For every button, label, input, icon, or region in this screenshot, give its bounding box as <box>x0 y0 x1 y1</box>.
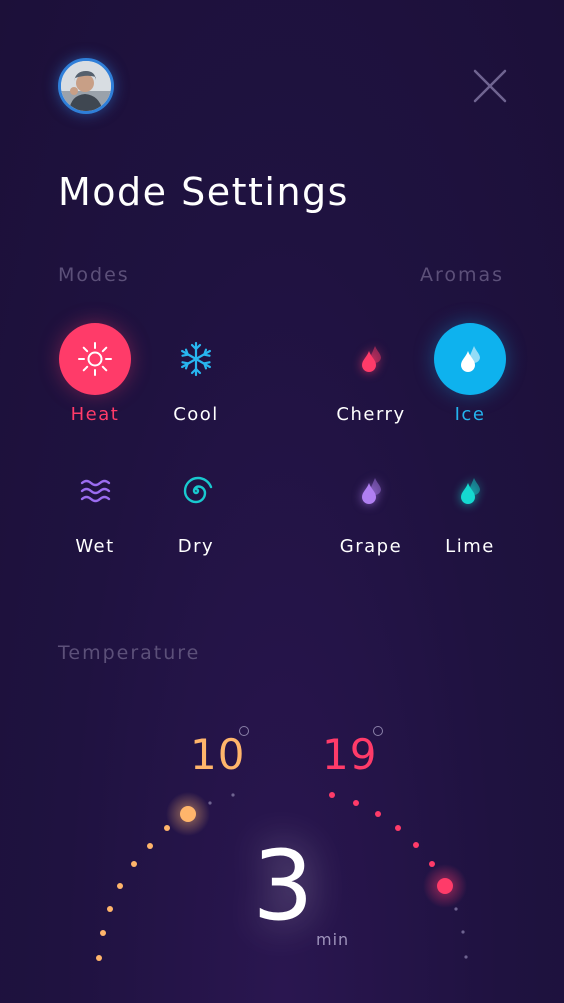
mode-cool-circle <box>160 323 232 395</box>
avatar[interactable] <box>58 58 114 114</box>
mode-settings-screen: Mode Settings Modes Aromas Heat Cool Wet… <box>0 0 564 1003</box>
aroma-label: Grape <box>339 536 403 557</box>
aroma-label: Lime <box>445 536 495 557</box>
degree-symbol <box>239 726 249 736</box>
mode-label: Cool <box>173 404 219 425</box>
mode-option-wet[interactable]: Wet <box>40 455 150 567</box>
aroma-lime-circle <box>434 455 506 527</box>
spiral-icon <box>183 476 213 504</box>
mode-option-cool[interactable]: Cool <box>141 323 251 435</box>
mode-option-dry[interactable]: Dry <box>141 455 251 567</box>
low-temp-value: 10 <box>190 730 246 779</box>
page-title: Mode Settings <box>58 170 349 214</box>
aroma-option-cherry[interactable]: Cherry <box>316 323 426 435</box>
high-temp-value: 19 <box>322 730 378 779</box>
snowflake-icon <box>180 341 211 377</box>
aroma-label: Cherry <box>336 404 406 425</box>
droplet-icon <box>362 478 381 504</box>
droplet-icon <box>461 478 480 504</box>
mode-option-heat[interactable]: Heat <box>40 323 150 435</box>
aroma-option-lime[interactable]: Lime <box>415 455 525 567</box>
sun-icon <box>78 342 112 376</box>
degree-symbol <box>373 726 383 736</box>
aroma-label: Ice <box>454 404 486 425</box>
mode-label: Dry <box>177 536 215 557</box>
mode-heat-circle <box>59 323 131 395</box>
aroma-ice-circle <box>434 323 506 395</box>
aroma-option-ice[interactable]: Ice <box>415 323 525 435</box>
high-temp-arc <box>329 792 468 959</box>
mode-dry-circle <box>160 455 232 527</box>
close-button[interactable] <box>470 66 510 106</box>
mode-label: Wet <box>75 536 115 557</box>
aromas-section-label: Aromas <box>420 264 505 286</box>
modes-section-label: Modes <box>58 264 130 286</box>
aroma-cherry-circle <box>335 323 407 395</box>
user-avatar-photo <box>61 61 111 111</box>
droplet-icon <box>461 346 480 372</box>
mode-label: Heat <box>70 404 120 425</box>
droplet-icon <box>362 346 381 372</box>
low-temp-arc <box>96 792 235 961</box>
mode-wet-circle <box>59 455 131 527</box>
temperature-section-label: Temperature <box>58 642 201 664</box>
duration-value: 3 <box>252 830 314 942</box>
aroma-option-grape[interactable]: Grape <box>316 455 426 567</box>
high-temp-handle[interactable] <box>437 878 453 894</box>
close-x-icon <box>473 69 507 103</box>
waves-icon <box>80 479 111 503</box>
duration-unit: min <box>316 930 350 949</box>
low-temp-handle[interactable] <box>180 806 196 822</box>
aroma-grape-circle <box>335 455 407 527</box>
